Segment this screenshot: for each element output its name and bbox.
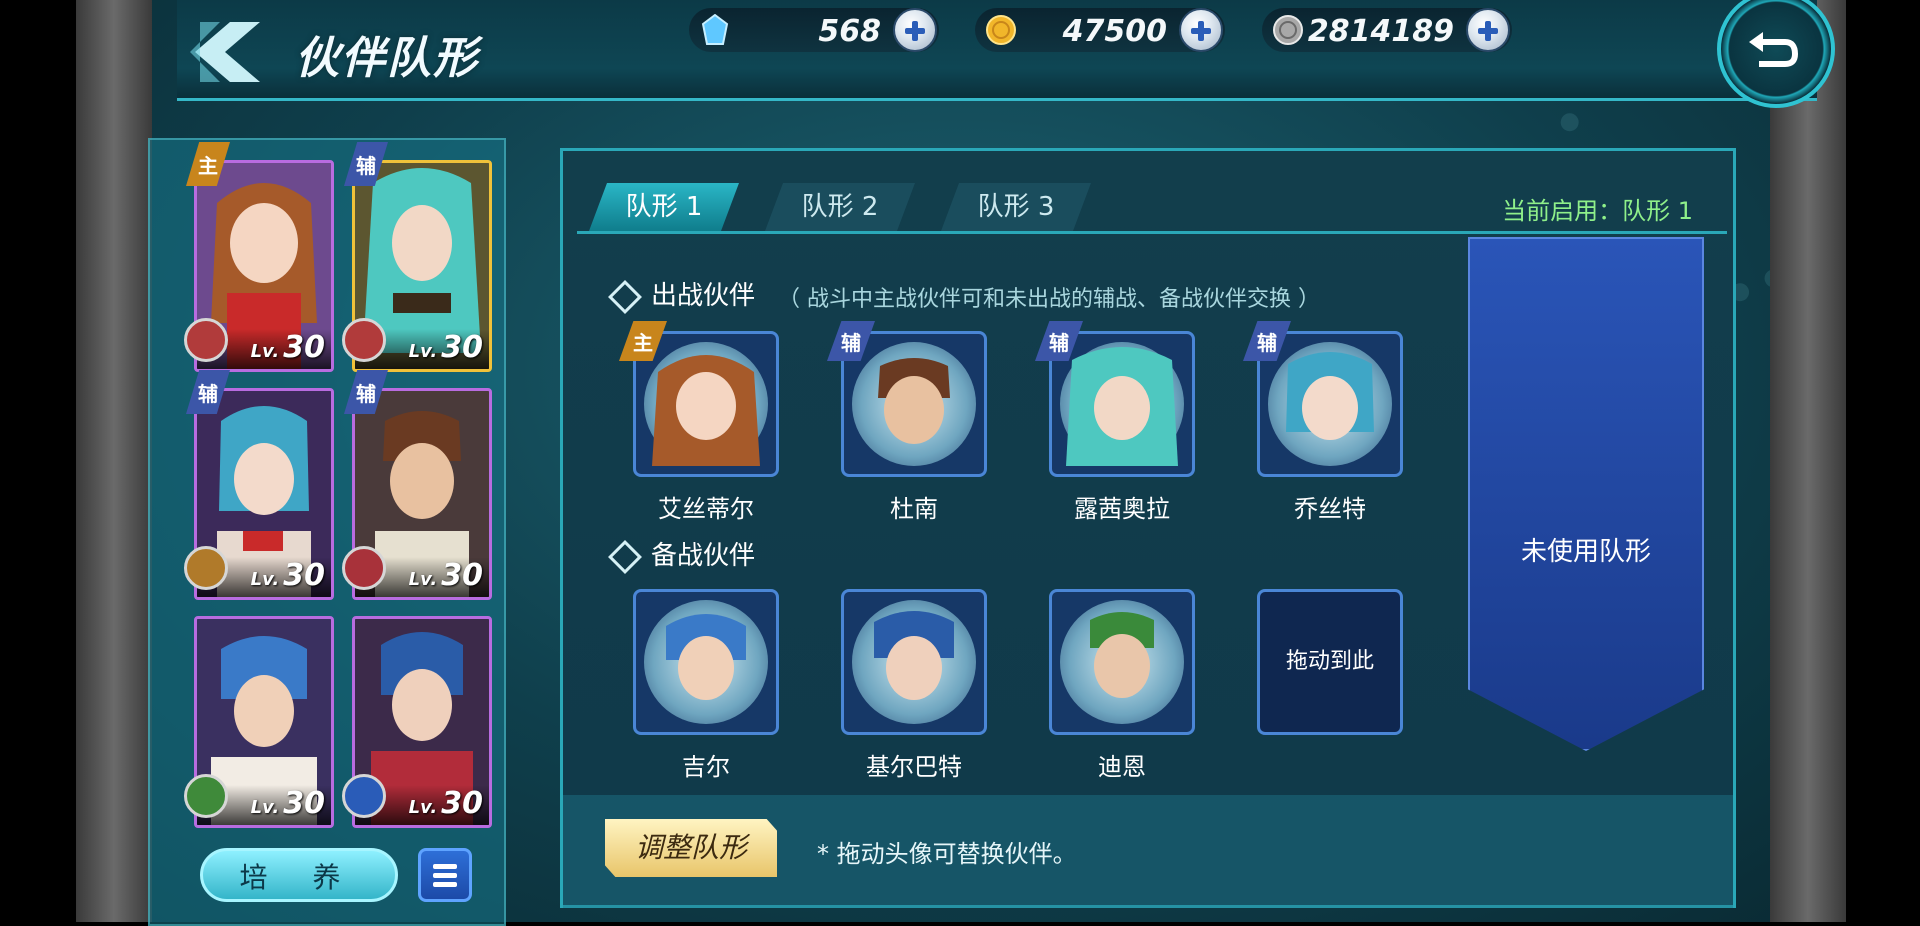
- battle-member-name: 露茜奥拉: [1074, 495, 1170, 523]
- silver-coin-icon: [1273, 15, 1303, 45]
- list-icon-line: [433, 882, 457, 887]
- add-silver-button[interactable]: [1466, 8, 1510, 52]
- crystal-value: 568: [818, 14, 881, 49]
- swirl-type-icon: [184, 546, 228, 590]
- adjust-formation-button[interactable]: 调整队形: [605, 819, 777, 877]
- add-gold-button[interactable]: [1179, 8, 1223, 52]
- tab-formation-2[interactable]: 队形 2: [765, 183, 915, 231]
- character-portrait: [878, 358, 950, 444]
- battle-member-name: 杜南: [890, 495, 938, 523]
- battle-member-name: 乔丝特: [1294, 495, 1366, 523]
- level-label: Lv. 30: [250, 558, 325, 593]
- left-frame-decoration: [76, 0, 152, 922]
- tab-formation-1[interactable]: 队形 1: [589, 183, 739, 231]
- add-crystal-button[interactable]: [893, 8, 937, 52]
- top-header: 伙伴队形 568 47500 2814189: [177, 0, 1835, 108]
- character-roster: Lv. 30 主 Lv. 30 辅 Lv. 30 辅 Lv. 30 辅 Lv. …: [148, 138, 506, 926]
- empty-reserve-slot[interactable]: 拖动到此: [1257, 589, 1403, 735]
- reserve-member-name: 迪恩: [1098, 753, 1146, 781]
- spiral-type-icon: [342, 318, 386, 362]
- list-icon: [433, 864, 457, 869]
- tab-formation-3[interactable]: 队形 3: [941, 183, 1091, 231]
- currency-silver: 2814189: [1262, 8, 1512, 52]
- character-portrait: [1090, 612, 1154, 698]
- tab-underline: [577, 231, 1727, 234]
- character-portrait: [1286, 352, 1374, 440]
- character-portrait: [1066, 347, 1178, 466]
- level-label: Lv. 30: [250, 786, 325, 821]
- reserve-slot-2[interactable]: [841, 589, 987, 735]
- reserve-section-title: 备战伙伴: [608, 535, 755, 574]
- diamond-icon: [608, 279, 642, 314]
- formation-panel: 队形 1 队形 2 队形 3 当前启用：队形 1 出战伙伴 （ 战斗中主战伙伴可…: [560, 148, 1736, 908]
- list-button[interactable]: [418, 848, 472, 902]
- drag-hint: * 拖动头像可替换伙伴。: [817, 840, 1077, 868]
- train-button[interactable]: 培 养: [200, 848, 398, 902]
- unused-formation-label: 未使用队形: [1520, 537, 1651, 567]
- reserve-member-name: 吉尔: [682, 753, 730, 781]
- leaf-type-icon: [184, 774, 228, 818]
- character-portrait: [874, 611, 954, 700]
- current-formation-status: 当前启用：队形 1: [1502, 197, 1693, 225]
- blue-crystal-icon: [701, 14, 729, 45]
- level-label: Lv. 30: [408, 558, 483, 593]
- level-label: Lv. 30: [250, 330, 325, 365]
- reserve-slot-3[interactable]: [1049, 589, 1195, 735]
- return-arrow-icon: [1749, 32, 1799, 67]
- battle-member-name: 艾丝蒂尔: [658, 495, 754, 523]
- unused-formation-banner: 未使用队形: [1468, 237, 1704, 751]
- gold-coin-icon: [986, 15, 1016, 45]
- silver-value: 2814189: [1307, 14, 1454, 49]
- reserve-slot-1[interactable]: [633, 589, 779, 735]
- character-portrait: [652, 355, 760, 466]
- gold-value: 47500: [1062, 14, 1167, 49]
- vortex-type-icon: [342, 774, 386, 818]
- character-portrait: [666, 614, 746, 700]
- currency-crystal: 568: [689, 8, 939, 52]
- list-icon-line: [433, 873, 457, 878]
- battle-section-note: （ 战斗中主战伙伴可和未出战的辅战、备战伙伴交换 ）: [778, 287, 1320, 312]
- level-label: Lv. 30: [408, 330, 483, 365]
- sword-type-icon: [184, 318, 228, 362]
- battle-section-title: 出战伙伴: [608, 275, 755, 314]
- shield-type-icon: [342, 546, 386, 590]
- page-title: 伙伴队形: [295, 33, 479, 84]
- level-label: Lv. 30: [408, 786, 483, 821]
- diamond-icon: [608, 539, 642, 574]
- currency-gold: 47500: [975, 8, 1225, 52]
- right-frame-decoration: [1770, 0, 1846, 922]
- reserve-member-name: 基尔巴特: [866, 753, 962, 781]
- title-chevron-icon: [190, 22, 260, 82]
